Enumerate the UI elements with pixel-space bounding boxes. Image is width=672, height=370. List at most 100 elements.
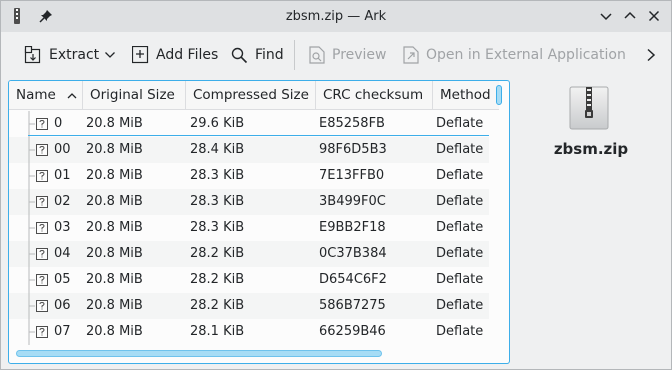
file-original-size: 20.8 MiB bbox=[86, 142, 143, 157]
unknown-file-icon bbox=[36, 300, 48, 312]
file-original-size: 20.8 MiB bbox=[86, 298, 143, 313]
file-method: Deflate bbox=[436, 142, 484, 157]
tree-branch-line bbox=[28, 319, 35, 345]
file-name: 00 bbox=[54, 142, 71, 157]
current-item-indicator bbox=[28, 135, 489, 136]
file-row[interactable]: 0 20.8 MiB 29.6 KiB E85258FB Deflate bbox=[9, 111, 489, 137]
file-method: Deflate bbox=[436, 272, 484, 287]
file-row[interactable]: 01 20.8 MiB 28.3 KiB 7E13FFB0 Deflate bbox=[9, 163, 489, 189]
title-bar[interactable]: zbsm.zip — Ark bbox=[1, 1, 671, 32]
unknown-file-icon bbox=[36, 222, 48, 234]
file-name: 03 bbox=[54, 220, 71, 235]
file-crc: E85258FB bbox=[319, 116, 385, 131]
unknown-file-icon bbox=[36, 274, 48, 286]
file-compressed-size: 28.4 KiB bbox=[190, 142, 245, 157]
zip-archive-icon bbox=[569, 86, 609, 130]
file-crc: 0C37B384 bbox=[319, 246, 387, 261]
archive-file-name: zbsm.zip bbox=[553, 140, 629, 158]
column-header-original-size[interactable]: Original Size bbox=[83, 81, 186, 110]
file-name: 06 bbox=[54, 298, 71, 313]
tree-branch-line bbox=[28, 241, 35, 267]
file-row[interactable]: 04 20.8 MiB 28.2 KiB 0C37B384 Deflate bbox=[9, 241, 489, 267]
file-crc: D654C6F2 bbox=[319, 272, 387, 287]
file-row[interactable]: 03 20.8 MiB 28.3 KiB E9BB2F18 Deflate bbox=[9, 215, 489, 241]
file-method: Deflate bbox=[436, 220, 484, 235]
file-name: 01 bbox=[54, 168, 71, 183]
file-row[interactable]: 00 20.8 MiB 28.4 KiB 98F6D5B3 Deflate bbox=[9, 137, 489, 163]
file-compressed-size: 28.3 KiB bbox=[190, 220, 245, 235]
list-header: Name Original Size Compressed Size CRC c… bbox=[9, 81, 499, 110]
column-name-label: Name bbox=[16, 87, 56, 103]
file-row[interactable]: 06 20.8 MiB 28.2 KiB 586B7275 Deflate bbox=[9, 293, 489, 319]
file-method: Deflate bbox=[436, 298, 484, 313]
file-compressed-size: 28.2 KiB bbox=[190, 272, 245, 287]
file-name: 0 bbox=[54, 116, 63, 131]
file-crc: 3B499F0C bbox=[319, 194, 386, 209]
column-header-compressed-size[interactable]: Compressed Size bbox=[186, 81, 316, 110]
file-row[interactable]: 05 20.8 MiB 28.2 KiB D654C6F2 Deflate bbox=[9, 267, 489, 293]
file-original-size: 20.8 MiB bbox=[86, 220, 143, 235]
find-button[interactable]: Find bbox=[231, 41, 284, 69]
file-method: Deflate bbox=[436, 324, 484, 339]
more-icon[interactable] bbox=[645, 48, 657, 62]
column-header-crc[interactable]: CRC checksum bbox=[316, 81, 433, 110]
info-panel: zbsm.zip bbox=[521, 80, 667, 364]
file-original-size: 20.8 MiB bbox=[86, 246, 143, 261]
file-compressed-size: 29.6 KiB bbox=[190, 116, 245, 131]
tree-branch-line bbox=[28, 267, 35, 293]
horizontal-scrollbar-handle[interactable] bbox=[16, 350, 382, 357]
add-files-button[interactable]: Add Files bbox=[132, 41, 218, 69]
add-files-icon bbox=[132, 46, 149, 64]
unknown-file-icon bbox=[36, 144, 48, 156]
file-method: Deflate bbox=[436, 246, 484, 261]
unknown-file-icon bbox=[36, 326, 48, 338]
extract-button[interactable]: Extract bbox=[24, 41, 99, 69]
sort-ascending-icon bbox=[67, 93, 77, 99]
unknown-file-icon bbox=[36, 196, 48, 208]
search-icon bbox=[231, 47, 248, 63]
close-button[interactable] bbox=[646, 8, 662, 24]
archive-file-list[interactable]: Name Original Size Compressed Size CRC c… bbox=[8, 80, 510, 364]
find-label: Find bbox=[255, 47, 284, 63]
file-name: 07 bbox=[54, 324, 71, 339]
file-crc: 66259B46 bbox=[319, 324, 386, 339]
unknown-file-icon bbox=[36, 118, 48, 130]
toolbar-separator bbox=[294, 40, 295, 70]
file-compressed-size: 28.3 KiB bbox=[190, 194, 245, 209]
vertical-scrollbar-handle[interactable] bbox=[496, 85, 502, 105]
main-toolbar: Extract Add Files Find Preview Open in E… bbox=[1, 32, 671, 78]
file-original-size: 20.8 MiB bbox=[86, 194, 143, 209]
file-method: Deflate bbox=[436, 194, 484, 209]
extract-icon bbox=[24, 46, 41, 64]
unknown-file-icon bbox=[36, 248, 48, 260]
dropdown-arrow-icon[interactable] bbox=[104, 50, 116, 60]
file-compressed-size: 28.2 KiB bbox=[190, 246, 245, 261]
file-crc: 7E13FFB0 bbox=[319, 168, 385, 183]
file-row[interactable]: 07 20.8 MiB 28.1 KiB 66259B46 Deflate bbox=[9, 319, 489, 345]
file-row[interactable]: 02 20.8 MiB 28.3 KiB 3B499F0C Deflate bbox=[9, 189, 489, 215]
extract-label: Extract bbox=[49, 47, 100, 63]
open-external-button[interactable]: Open in External Application bbox=[403, 41, 626, 69]
file-original-size: 20.8 MiB bbox=[86, 272, 143, 287]
maximize-button[interactable] bbox=[622, 8, 638, 24]
add-files-label: Add Files bbox=[156, 47, 219, 63]
preview-label: Preview bbox=[332, 47, 387, 63]
file-original-size: 20.8 MiB bbox=[86, 324, 143, 339]
minimize-button[interactable] bbox=[598, 8, 614, 24]
file-crc: 98F6D5B3 bbox=[319, 142, 387, 157]
file-method: Deflate bbox=[436, 116, 484, 131]
window-title: zbsm.zip — Ark bbox=[285, 9, 387, 24]
tree-branch-line bbox=[28, 111, 35, 137]
preview-button[interactable]: Preview bbox=[309, 41, 387, 69]
tree-branch-line bbox=[28, 215, 35, 241]
file-name: 05 bbox=[54, 272, 71, 287]
tree-branch-line bbox=[28, 163, 35, 189]
file-name: 02 bbox=[54, 194, 71, 209]
file-compressed-size: 28.2 KiB bbox=[190, 298, 245, 313]
file-crc: 586B7275 bbox=[319, 298, 386, 313]
column-header-name[interactable]: Name bbox=[9, 81, 83, 110]
file-name: 04 bbox=[54, 246, 71, 261]
column-header-method[interactable]: Method bbox=[433, 81, 493, 110]
file-compressed-size: 28.3 KiB bbox=[190, 168, 245, 183]
file-method: Deflate bbox=[436, 168, 484, 183]
